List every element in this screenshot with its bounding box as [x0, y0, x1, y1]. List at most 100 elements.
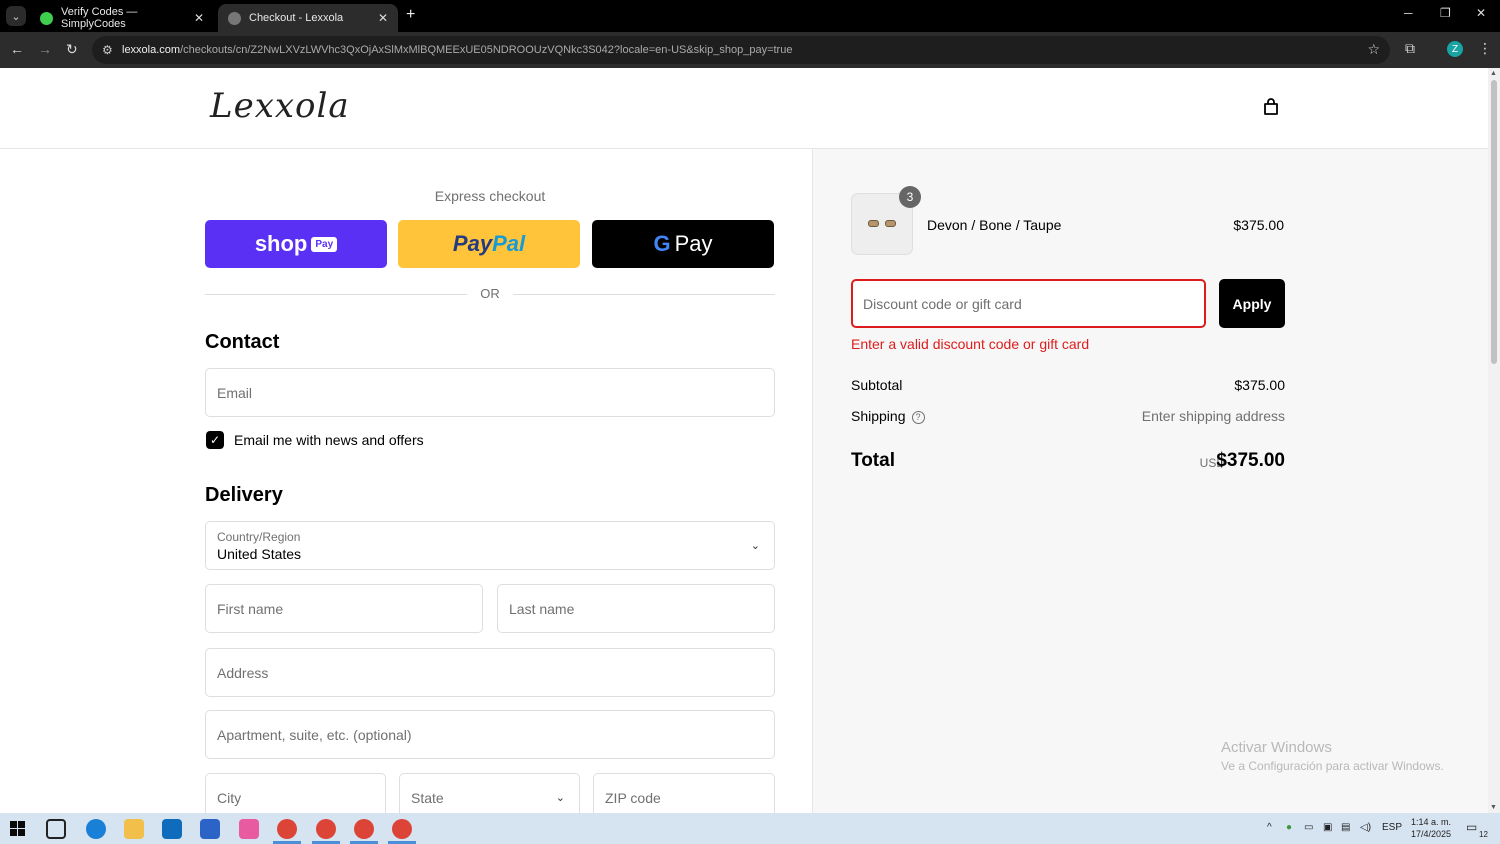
express-checkout-title: Express checkout: [434, 188, 546, 204]
clock-time: 1:14 a. m.: [1411, 817, 1452, 827]
google-g-icon: G: [653, 231, 671, 256]
bookmark-star-icon[interactable]: ☆: [1367, 41, 1380, 58]
back-arrow-icon[interactable]: ←: [10, 41, 24, 57]
tray-overflow-chevron-icon[interactable]: ^: [1267, 822, 1272, 833]
or-text: OR: [480, 286, 500, 301]
chrome-icon[interactable]: [354, 819, 374, 839]
help-question-icon[interactable]: ?: [911, 410, 925, 424]
shipping-row: Shipping? Enter shipping address: [851, 408, 1285, 424]
tab-simplycodes[interactable]: Verify Codes — SimplyCodes ✕: [30, 4, 214, 32]
task-view-icon[interactable]: [46, 819, 66, 839]
first-name-field[interactable]: First name: [205, 584, 483, 633]
total-label: Total: [851, 450, 895, 471]
email-field[interactable]: Email: [205, 368, 775, 417]
scrollbar-thumb[interactable]: [1491, 80, 1497, 364]
chrome-icon[interactable]: [316, 819, 336, 839]
network-icon[interactable]: ▭: [1304, 822, 1313, 833]
simplycodes-favicon-icon: [40, 11, 53, 25]
restore-icon[interactable]: ❐: [1440, 6, 1451, 20]
minimize-icon[interactable]: ─: [1404, 6, 1413, 20]
subtotal-value: $375.00: [1234, 377, 1285, 393]
notification-count: 12: [1479, 830, 1488, 839]
or-divider: OR: [205, 284, 775, 304]
tray-device-icon[interactable]: ▣: [1323, 822, 1332, 833]
apply-button[interactable]: Apply: [1219, 279, 1285, 328]
page-scrollbar[interactable]: ▲ ▼: [1488, 68, 1500, 813]
close-tab-icon[interactable]: ✕: [378, 11, 388, 25]
contact-title: Contact: [205, 331, 280, 353]
newsletter-checkbox[interactable]: ✓: [206, 431, 224, 449]
close-tab-icon[interactable]: ✕: [194, 11, 204, 25]
total-value: $375.00: [1216, 450, 1285, 471]
notifications-icon[interactable]: ▭: [1466, 820, 1477, 834]
shop-pay-tag: Pay: [311, 236, 338, 252]
product-price: $375.00: [1233, 217, 1284, 233]
sunglasses-image: [868, 219, 896, 229]
watermark-line2: Ve a Configuración para activar Windows.: [1221, 759, 1444, 773]
volume-icon[interactable]: ◁): [1360, 822, 1371, 833]
edge-browser-icon[interactable]: [86, 819, 106, 839]
subtotal-row: Subtotal $375.00: [851, 377, 1285, 393]
shipping-label: Shipping: [851, 408, 906, 424]
discount-code-input[interactable]: Discount code or gift card: [851, 279, 1206, 328]
outlook-icon[interactable]: [162, 819, 182, 839]
last-name-field[interactable]: Last name: [497, 584, 775, 633]
globe-favicon-icon: [228, 11, 241, 25]
checkout-form-column: Express checkout shop Pay Pay Pal G Pay O…: [0, 149, 812, 813]
new-tab-plus-icon[interactable]: +: [406, 6, 415, 24]
tab-search-button[interactable]: ⌄: [6, 6, 26, 26]
paypal-button[interactable]: Pay Pal: [398, 220, 580, 268]
scroll-up-arrow-icon[interactable]: ▲: [1490, 70, 1497, 77]
tab-title: Checkout - Lexxola: [249, 12, 344, 24]
chrome-icon[interactable]: [277, 819, 297, 839]
forward-arrow-icon[interactable]: →: [38, 41, 52, 57]
windows-activation-watermark: Activar Windows Ve a Configuración para …: [1221, 739, 1444, 773]
extensions-puzzle-icon[interactable]: ⧉: [1405, 40, 1415, 57]
tab-title: Verify Codes — SimplyCodes: [61, 6, 138, 30]
scroll-down-arrow-icon[interactable]: ▼: [1490, 804, 1497, 811]
system-clock[interactable]: 1:14 a. m. 17/4/2025: [1411, 816, 1451, 840]
paypal-label-part1: Pay: [452, 231, 493, 256]
google-pay-button[interactable]: G Pay: [592, 220, 774, 268]
store-logo[interactable]: Lexxola: [210, 86, 350, 126]
tray-app-icon[interactable]: ●: [1286, 822, 1292, 833]
apartment-field[interactable]: Apartment, suite, etc. (optional): [205, 710, 775, 759]
shipping-value: Enter shipping address: [1141, 408, 1285, 424]
discount-error-message: Enter a valid discount code or gift card: [851, 336, 1090, 352]
product-name: Devon / Bone / Taupe: [927, 217, 1062, 233]
microsoft-store-icon[interactable]: [200, 819, 220, 839]
browser-menu-icon[interactable]: ⋮: [1478, 40, 1492, 57]
address-bar[interactable]: ⚙ lexxola.com /checkouts/cn/Z2NwLXVzLWVh…: [92, 36, 1390, 64]
browser-tab-bar: ⌄ Verify Codes — SimplyCodes ✕ Checkout …: [0, 0, 1500, 32]
windows-start-icon[interactable]: [10, 821, 25, 836]
state-select[interactable]: State ⌄: [399, 773, 580, 813]
city-field[interactable]: City: [205, 773, 386, 813]
site-info-icon[interactable]: ⚙: [102, 43, 113, 57]
shop-pay-label: shop: [254, 231, 308, 256]
chrome-icon[interactable]: [392, 819, 412, 839]
delivery-title: Delivery: [205, 484, 283, 506]
google-pay-label: Pay: [674, 231, 713, 256]
profile-avatar[interactable]: Z: [1447, 41, 1463, 57]
country-label: Country/Region: [217, 529, 301, 544]
checkout-header: Lexxola: [0, 68, 1488, 149]
battery-icon[interactable]: ▤: [1341, 822, 1350, 833]
watermark-line1: Activar Windows: [1221, 739, 1332, 756]
language-indicator[interactable]: ESP: [1382, 822, 1402, 833]
close-window-icon[interactable]: ✕: [1476, 6, 1486, 20]
address-field[interactable]: Address: [205, 648, 775, 697]
tab-checkout[interactable]: Checkout - Lexxola ✕: [218, 4, 398, 32]
country-select[interactable]: Country/Region United States ⌄: [205, 521, 775, 570]
order-summary: 3 Devon / Bone / Taupe $375.00 Discount …: [812, 149, 1488, 813]
url-path: /checkouts/cn/Z2NwLXVzLWVhc3QxOjAxSlMxMl…: [180, 44, 793, 56]
chevron-down-icon: ⌄: [750, 540, 760, 552]
checkout-page: Lexxola Express checkout shop Pay Pay Pal…: [0, 68, 1488, 813]
shopping-bag-icon[interactable]: [1262, 98, 1280, 116]
reload-icon[interactable]: ↻: [66, 41, 78, 58]
copilot-icon[interactable]: [239, 819, 259, 839]
windows-taskbar: ^ ● ▭ ▣ ▤ ◁) ESP 1:14 a. m. 17/4/2025 ▭ …: [0, 813, 1500, 844]
zip-field[interactable]: ZIP code: [593, 773, 775, 813]
shop-pay-button[interactable]: shop Pay: [205, 220, 387, 268]
url-host: lexxola.com: [122, 44, 181, 56]
file-explorer-icon[interactable]: [124, 819, 144, 839]
